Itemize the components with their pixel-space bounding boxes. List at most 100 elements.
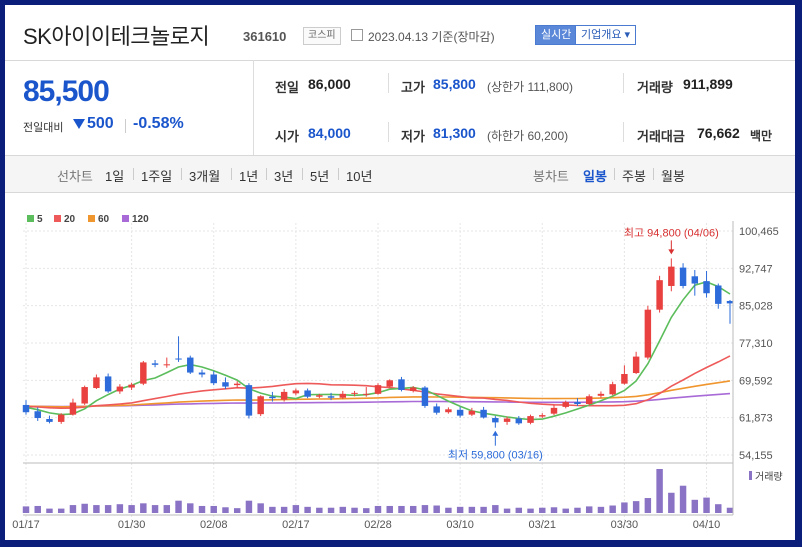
x-tick-label: 03/30: [611, 519, 639, 531]
volume-bar: [445, 507, 452, 513]
volume-bar: [280, 506, 288, 513]
tab-candle-chart[interactable]: 봉차트: [533, 166, 569, 185]
candle-body: [433, 406, 440, 413]
chart-legend: 5 20 60 120: [27, 214, 149, 225]
y-tick-label: 92,747: [739, 263, 773, 275]
tab-divider: [302, 168, 303, 180]
candle-body: [468, 410, 476, 415]
change-percent: -0.58%: [133, 115, 184, 132]
y-tick-label: 61,873: [739, 413, 773, 425]
tab-1w[interactable]: 1주일: [141, 166, 172, 185]
amount-unit: 백만: [750, 129, 773, 143]
x-tick-label: 03/10: [446, 519, 474, 531]
candle-body: [22, 404, 30, 413]
candle-body: [668, 266, 675, 286]
y-tick-label: 100,465: [739, 226, 779, 238]
candle-body: [280, 391, 288, 400]
volume-label: 거래량: [637, 80, 673, 95]
volume-value: 911,899: [683, 76, 733, 92]
volume-bar: [703, 497, 710, 513]
current-price: 85,500: [23, 75, 110, 108]
down-triangle-icon: [73, 119, 85, 129]
volume-bar: [245, 500, 253, 513]
volume-bar: [585, 506, 593, 513]
candle-body: [632, 356, 640, 374]
tab-divider: [338, 168, 339, 180]
candle-body: [492, 418, 499, 423]
volume-bar: [187, 503, 194, 513]
company-name: SK아이이테크놀로지: [23, 24, 210, 49]
volume-bar: [222, 507, 229, 513]
x-tick-label: 02/08: [200, 519, 228, 531]
candle-body: [245, 385, 253, 416]
candle-body: [574, 402, 581, 404]
tab-1d[interactable]: 1일: [105, 166, 124, 185]
volume-bar: [562, 508, 569, 513]
candle-body: [257, 396, 264, 415]
x-tick-label: 02/17: [282, 519, 310, 531]
high-annotation: 최고 94,800 (04/06): [624, 226, 719, 239]
x-tick-label: 04/10: [693, 519, 721, 531]
divider: [623, 73, 624, 93]
volume-bar: [151, 505, 159, 513]
volume-bar: [679, 485, 687, 513]
volume-bar: [22, 506, 30, 513]
chart-tabs: 선차트 1일 1주일 3개월 1년 3년 5년 10년 봉차트 일봉 주봉 월봉: [5, 155, 795, 193]
volume-bar: [316, 507, 323, 513]
divider: [623, 122, 624, 142]
candle-body: [398, 379, 405, 390]
tab-weekly[interactable]: 주봉: [622, 166, 646, 185]
low-annotation: 최저 59,800 (03/16): [448, 449, 543, 462]
volume-bar: [374, 505, 382, 513]
candle-body: [163, 364, 171, 366]
company-overview-button[interactable]: 기업개요 ▾: [575, 25, 637, 45]
prev-value: 86,000: [308, 76, 351, 92]
y-tick-label: 69,592: [739, 375, 773, 387]
volume-bar: [644, 498, 652, 513]
tab-3y[interactable]: 3년: [274, 166, 293, 185]
volume-bar: [210, 505, 217, 513]
volume-bar: [198, 505, 206, 513]
legend-label: 120: [132, 214, 149, 225]
tab-divider: [181, 168, 182, 180]
tab-5y[interactable]: 5년: [310, 166, 329, 185]
volume-legend-swatch: [749, 471, 752, 480]
tab-monthly[interactable]: 월봉: [661, 166, 685, 185]
candle-body: [386, 380, 393, 387]
low-value: 81,300: [433, 125, 476, 141]
calendar-icon: [351, 29, 363, 41]
candle-body: [69, 402, 77, 415]
volume-bar: [421, 505, 429, 513]
candle-body: [539, 415, 546, 417]
candlestick-chart: 5 20 60 120 100,465 92,747 85,028 77,310 69,592…: [12, 214, 782, 531]
moving-averages: [25, 281, 731, 421]
amount-label: 거래대금: [637, 129, 685, 144]
volume-bar: [104, 505, 112, 513]
high-value: 85,800: [433, 76, 476, 92]
tab-daily[interactable]: 일봉: [583, 166, 607, 185]
volume-bar: [550, 507, 558, 513]
tab-3m[interactable]: 3개월: [189, 166, 220, 185]
candle-body: [621, 374, 628, 384]
volume-bar: [269, 506, 276, 513]
candle-body: [187, 357, 194, 373]
tab-1y[interactable]: 1년: [239, 166, 258, 185]
tab-10y[interactable]: 10년: [346, 166, 372, 185]
market-badge: 코스피: [303, 27, 341, 45]
volume-bar: [621, 502, 628, 513]
open-value: 84,000: [308, 125, 351, 141]
volume-bar: [409, 505, 417, 513]
base-date: 2023.04.13 기준(장마감): [368, 30, 495, 44]
candle-body: [456, 409, 464, 416]
volume-bar: [233, 508, 241, 513]
realtime-button[interactable]: 실시간: [535, 25, 578, 45]
x-tick-label: 03/21: [529, 519, 557, 531]
candle-body: [128, 384, 135, 388]
candle-body: [151, 363, 159, 365]
tab-divider: [231, 168, 232, 180]
volume-bar: [140, 503, 147, 513]
tab-line-chart[interactable]: 선차트: [57, 166, 93, 185]
candle-body: [374, 385, 382, 394]
volume-bar: [327, 507, 335, 513]
tab-divider: [653, 168, 654, 180]
